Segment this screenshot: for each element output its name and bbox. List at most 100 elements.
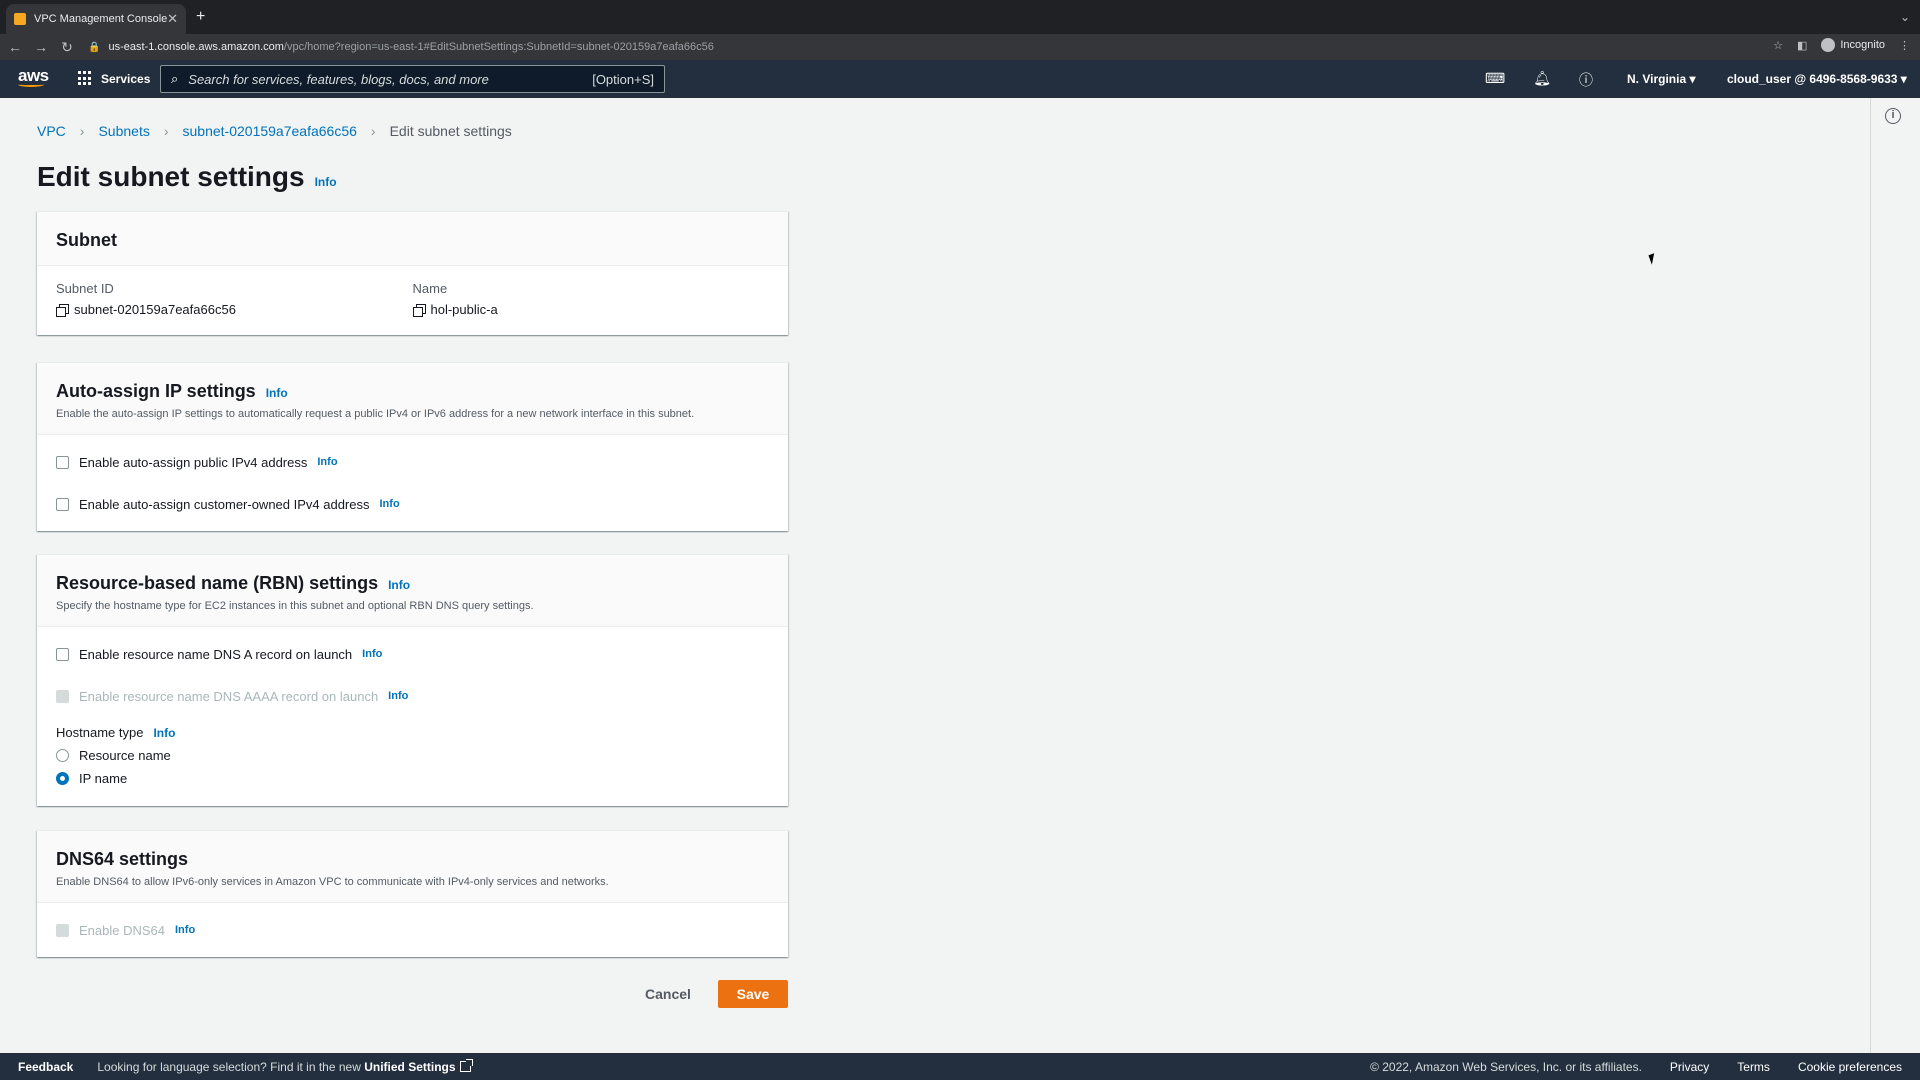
hostname-type-label: Hostname type Info [56,725,769,740]
copy-icon[interactable] [412,303,426,317]
url-host: us-east-1.console.aws.amazon.com [108,41,284,53]
browser-tab-bar: VPC Management Console ✕ + ⌄ [0,0,1920,34]
enable-dns64-label: Enable DNS64 [79,922,165,938]
search-input[interactable] [188,71,593,87]
notifications-bell-icon[interactable]: 🔔︎ [1533,70,1551,90]
auto-assign-info-link[interactable]: Info [266,386,288,400]
rbn-description: Specify the hostname type for EC2 instan… [56,600,534,612]
terms-link[interactable]: Terms [1737,1060,1770,1074]
subnet-panel-title: Subnet [56,230,117,250]
console-footer: Feedback Looking for language selection?… [0,1053,1920,1080]
help-icon[interactable]: ⓘ [1579,70,1593,90]
page-title-text: Edit subnet settings [37,161,305,192]
auto-assign-public-ipv4-option[interactable]: Enable auto-assign public IPv4 address I… [56,441,769,483]
hostname-resource-name-option[interactable]: Resource name [56,744,769,767]
services-grid-icon [78,71,93,86]
url-field[interactable]: 🔒 us-east-1.console.aws.amazon.com /vpc/… [88,36,1788,58]
auto-assign-public-ipv4-info-link[interactable]: Info [317,456,337,468]
auto-assign-customer-ipv4-option[interactable]: Enable auto-assign customer-owned IPv4 a… [56,483,769,525]
copyright-text: © 2022, Amazon Web Services, Inc. or its… [1370,1060,1642,1074]
breadcrumb: VPC › Subnets › subnet-020159a7eafa66c56… [37,123,512,139]
breadcrumb-chevron-icon: › [79,123,85,139]
auto-assign-customer-ipv4-info-link[interactable]: Info [380,498,400,510]
auto-assign-public-ipv4-label: Enable auto-assign public IPv4 address [79,454,308,470]
dns64-description: Enable DNS64 to allow IPv6-only services… [56,876,609,888]
auto-assign-ip-panel: Auto-assign IP settings Info Enable the … [37,362,788,531]
page-info-link[interactable]: Info [315,175,337,189]
rbn-panel-header: Resource-based name (RBN) settings Info … [37,555,788,627]
dns-aaaa-record-info-link[interactable]: Info [388,690,408,702]
url-path: /vpc/home?region=us-east-1#EditSubnetSet… [283,41,714,53]
account-menu[interactable]: cloud_user @ 6496-8568-9633 ▾ [1727,72,1907,86]
auto-assign-description: Enable the auto-assign IP settings to au… [56,408,695,420]
ip-name-radio[interactable] [56,772,69,785]
external-link-icon [459,1058,473,1072]
enable-dns64-checkbox [56,923,69,937]
bookmark-star-icon[interactable]: ☆ [1773,39,1783,52]
global-search: ⌕ [Option+S] [160,65,665,93]
info-panel-icon[interactable]: i [1885,108,1901,124]
new-tab-icon[interactable]: + [196,8,205,26]
auto-assign-public-ipv4-checkbox[interactable] [56,455,69,469]
browser-menu-icon[interactable]: ⋮ [1899,39,1910,52]
rbn-panel-title: Resource-based name (RBN) settings [56,573,379,593]
reload-icon[interactable]: ↻ [56,39,78,56]
hostname-type-info-link[interactable]: Info [153,726,175,740]
incognito-label: Incognito [1840,39,1885,51]
cancel-button[interactable]: Cancel [637,980,699,1008]
breadcrumb-vpc[interactable]: VPC [37,123,66,139]
copy-icon[interactable] [56,303,69,317]
back-arrow-icon[interactable]: ← [4,39,26,55]
services-label: Services [101,71,151,86]
search-shortcut-hint: [Option+S] [592,71,654,87]
subnet-panel-header: Subnet [37,212,788,266]
auto-assign-customer-ipv4-checkbox[interactable] [56,497,69,511]
aws-top-nav: aws Services ⌕ [Option+S] ⌨ 🔔︎ ⓘ N. Virg… [0,60,1920,98]
enable-dns64-option: Enable DNS64 Info [56,909,769,951]
dns-aaaa-record-label: Enable resource name DNS AAAA record on … [79,688,379,704]
dns-a-record-checkbox[interactable] [56,647,69,661]
language-note-text: Looking for language selection? Find it … [97,1059,361,1074]
name-value: hol-public-a [430,302,498,317]
dns-a-record-label: Enable resource name DNS A record on lau… [79,646,353,662]
aws-logo[interactable]: aws [18,66,49,87]
cloudshell-icon[interactable]: ⌨ [1485,70,1505,90]
lock-icon: 🔒 [88,41,101,53]
close-tab-icon[interactable]: ✕ [167,11,178,27]
language-note: Looking for language selection? Find it … [97,1058,473,1074]
subnet-id-value: subnet-020159a7eafa66c56 [74,302,236,317]
side-panel-icon[interactable]: ◧ [1797,39,1807,52]
resource-name-radio[interactable] [56,749,69,762]
rbn-settings-panel: Resource-based name (RBN) settings Info … [37,554,788,806]
tab-search-chevron-icon[interactable]: ⌄ [1900,10,1910,24]
breadcrumb-chevron-icon: › [370,123,376,139]
enable-dns64-info-link[interactable]: Info [175,924,195,936]
browser-tab[interactable]: VPC Management Console ✕ [6,4,186,34]
auto-assign-panel-title: Auto-assign IP settings [56,381,256,401]
name-label: Name [412,281,448,296]
dns-a-record-option[interactable]: Enable resource name DNS A record on lau… [56,633,769,675]
dns-aaaa-record-checkbox [56,689,69,703]
services-menu-button[interactable]: Services [78,71,150,86]
aws-favicon-icon [14,13,26,25]
unified-settings-link[interactable]: Unified Settings [364,1060,455,1074]
privacy-link[interactable]: Privacy [1670,1060,1709,1074]
mouse-cursor-icon [1648,253,1658,265]
forward-arrow-icon[interactable]: → [30,39,52,55]
save-button[interactable]: Save [718,980,788,1008]
breadcrumb-subnet-id[interactable]: subnet-020159a7eafa66c56 [183,123,357,139]
aws-logo-text: aws [18,66,49,85]
incognito-indicator[interactable]: Incognito [1821,38,1885,52]
dns-a-record-info-link[interactable]: Info [362,648,382,660]
search-icon: ⌕ [171,71,179,86]
breadcrumb-subnets[interactable]: Subnets [98,123,149,139]
hostname-ip-name-option[interactable]: IP name [56,767,769,790]
rbn-info-link[interactable]: Info [388,578,410,592]
cookie-preferences-link[interactable]: Cookie preferences [1798,1060,1902,1074]
nav-icon-group: ⌨ 🔔︎ ⓘ [1485,70,1593,90]
region-selector[interactable]: N. Virginia ▾ [1627,72,1695,86]
breadcrumb-chevron-icon: › [163,123,169,139]
feedback-link[interactable]: Feedback [18,1060,73,1074]
footer-links: © 2022, Amazon Web Services, Inc. or its… [1370,1060,1902,1074]
help-panel-rail: i [1870,98,1920,1053]
